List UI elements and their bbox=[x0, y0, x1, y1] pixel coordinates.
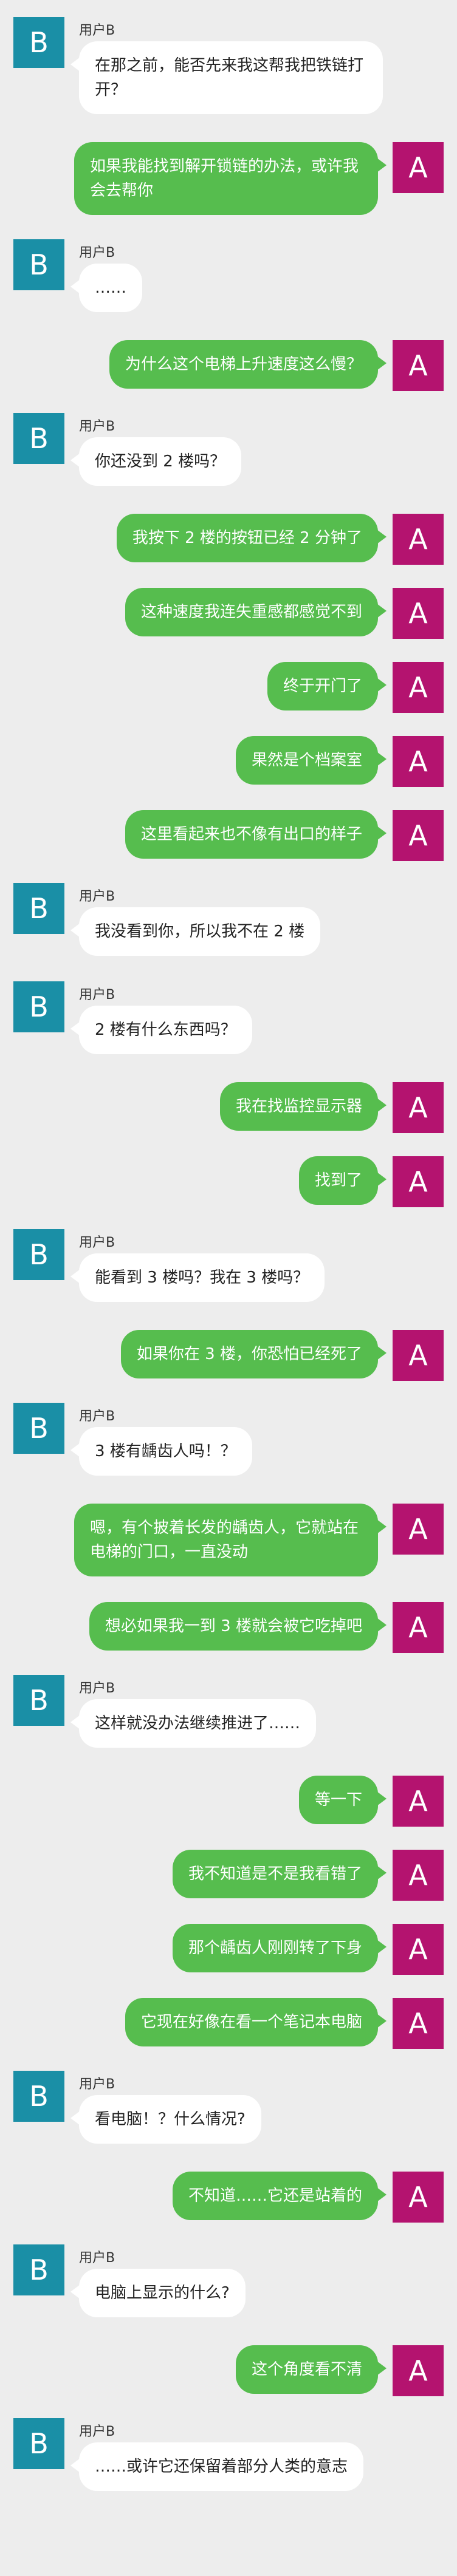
chat-message: B 用户B 我没看到你，所以我不在 2 楼 bbox=[0, 883, 457, 956]
chat-message: A 想必如果我一到 3 楼就会被它吃掉吧 bbox=[0, 1602, 457, 1653]
chat-message: A 如果你在 3 楼，你恐怕已经死了 bbox=[0, 1330, 457, 1381]
message-bubble[interactable]: 我不知道是不是我看错了 bbox=[172, 1850, 387, 1898]
avatar-user-a[interactable]: A bbox=[393, 662, 444, 713]
message-bubble[interactable]: 能看到 3 楼吗？我在 3 楼吗？ bbox=[70, 1253, 325, 1302]
message-bubble[interactable]: 这种速度我连失重感都感觉不到 bbox=[125, 588, 387, 636]
message-bubble[interactable]: 想必如果我一到 3 楼就会被它吃掉吧 bbox=[89, 1602, 387, 1651]
message-bubble[interactable]: 2 楼有什么东西吗？ bbox=[70, 1006, 252, 1054]
message-bubble[interactable]: 这里看起来也不像有出口的样子 bbox=[125, 810, 387, 859]
avatar-user-b[interactable]: B bbox=[13, 239, 64, 290]
chat-message: B 用户B 你还没到 2 楼吗？ bbox=[0, 413, 457, 486]
chat-message: B 用户B …… bbox=[0, 239, 457, 312]
avatar-user-b[interactable]: B bbox=[13, 2071, 64, 2122]
avatar-user-a[interactable]: A bbox=[393, 2172, 444, 2223]
avatar-user-a[interactable]: A bbox=[393, 340, 444, 391]
chat-message: B 用户B ……或许它还保留着部分人类的意志 bbox=[0, 2418, 457, 2491]
chat-message: A 这里看起来也不像有出口的样子 bbox=[0, 810, 457, 861]
avatar-user-a[interactable]: A bbox=[393, 514, 444, 565]
avatar-user-b[interactable]: B bbox=[13, 1403, 64, 1454]
chat-message: A 为什么这个电梯上升速度这么慢？ bbox=[0, 340, 457, 391]
chat-message: A 如果我能找到解开锁链的办法，或许我会去帮你 bbox=[0, 142, 457, 215]
avatar-user-a[interactable]: A bbox=[393, 1156, 444, 1207]
message-bubble[interactable]: 我没看到你，所以我不在 2 楼 bbox=[70, 907, 321, 956]
chat-message: A 这种速度我连失重感都感觉不到 bbox=[0, 588, 457, 639]
avatar-user-b[interactable]: B bbox=[13, 1229, 64, 1280]
sender-name: 用户B bbox=[79, 1409, 115, 1424]
chat-message: A 不知道……它还是站着的 bbox=[0, 2172, 457, 2223]
message-bubble[interactable]: 电脑上显示的什么? bbox=[70, 2269, 246, 2317]
chat-message: A 这个角度看不清 bbox=[0, 2345, 457, 2396]
message-bubble[interactable]: 这样就没办法继续推进了…… bbox=[70, 1699, 317, 1748]
avatar-user-b[interactable]: B bbox=[13, 413, 64, 464]
avatar-user-a[interactable]: A bbox=[393, 1998, 444, 2049]
message-bubble[interactable]: 如果我能找到解开锁链的办法，或许我会去帮你 bbox=[74, 142, 387, 215]
chat-message: B 用户B 看电脑！？什么情况? bbox=[0, 2071, 457, 2144]
sender-name: 用户B bbox=[79, 987, 115, 1003]
message-bubble[interactable]: 为什么这个电梯上升速度这么慢？ bbox=[109, 340, 387, 389]
avatar-user-a[interactable]: A bbox=[393, 2345, 444, 2396]
sender-name: 用户B bbox=[79, 419, 115, 434]
sender-name: 用户B bbox=[79, 1235, 115, 1250]
sender-name: 用户B bbox=[79, 889, 115, 904]
chat-message: A 我在找监控显示器 bbox=[0, 1082, 457, 1133]
message-bubble[interactable]: 看电脑！？什么情况? bbox=[70, 2095, 261, 2144]
sender-name: 用户B bbox=[79, 2251, 115, 2266]
message-bubble[interactable]: 如果你在 3 楼，你恐怕已经死了 bbox=[120, 1330, 387, 1378]
avatar-user-a[interactable]: A bbox=[393, 1504, 444, 1555]
chat-message: B 用户B 这样就没办法继续推进了…… bbox=[0, 1675, 457, 1748]
chat-message: A 终于开门了 bbox=[0, 662, 457, 713]
message-bubble[interactable]: ……或许它还保留着部分人类的意志 bbox=[70, 2442, 364, 2491]
avatar-user-a[interactable]: A bbox=[393, 142, 444, 193]
chat-message: B 用户B 2 楼有什么东西吗？ bbox=[0, 981, 457, 1054]
chat-log: B 用户B 在那之前，能否先来我这帮我把铁链打开？ A 如果我能找到解开锁链的办法，或许… bbox=[0, 0, 457, 2491]
chat-message: A 它现在好像在看一个笔记本电脑 bbox=[0, 1998, 457, 2049]
message-bubble[interactable]: 它现在好像在看一个笔记本电脑 bbox=[125, 1998, 387, 2046]
chat-message: B 用户B 在那之前，能否先来我这帮我把铁链打开？ bbox=[0, 17, 457, 114]
chat-message: A 果然是个档案室 bbox=[0, 736, 457, 787]
message-bubble[interactable]: 我按下 2 楼的按钮已经 2 分钟了 bbox=[116, 514, 387, 562]
avatar-user-a[interactable]: A bbox=[393, 1850, 444, 1901]
chat-message: A 我按下 2 楼的按钮已经 2 分钟了 bbox=[0, 514, 457, 565]
chat-message: A 我不知道是不是我看错了 bbox=[0, 1850, 457, 1901]
chat-message: B 用户B 能看到 3 楼吗？我在 3 楼吗？ bbox=[0, 1229, 457, 1302]
sender-name: 用户B bbox=[79, 2424, 115, 2439]
avatar-user-a[interactable]: A bbox=[393, 1082, 444, 1133]
chat-message: A 找到了 bbox=[0, 1156, 457, 1207]
sender-name: 用户B bbox=[79, 2077, 115, 2092]
avatar-user-a[interactable]: A bbox=[393, 1924, 444, 1975]
avatar-user-a[interactable]: A bbox=[393, 588, 444, 639]
chat-message: A 嗯，有个披着长发的龋齿人，它就站在电梯的门口，一直没动 bbox=[0, 1504, 457, 1576]
message-bubble[interactable]: 不知道……它还是站着的 bbox=[172, 2172, 387, 2220]
message-bubble[interactable]: 等一下 bbox=[298, 1776, 387, 1824]
message-bubble[interactable]: 嗯，有个披着长发的龋齿人，它就站在电梯的门口，一直没动 bbox=[74, 1504, 387, 1576]
message-bubble[interactable]: 果然是个档案室 bbox=[235, 736, 387, 785]
message-bubble[interactable]: 那个龋齿人刚刚转了下身 bbox=[172, 1924, 387, 1972]
message-bubble[interactable]: 终于开门了 bbox=[267, 662, 387, 710]
avatar-user-b[interactable]: B bbox=[13, 2418, 64, 2469]
avatar-user-b[interactable]: B bbox=[13, 981, 64, 1032]
message-bubble[interactable]: 3 楼有龋齿人吗！？ bbox=[70, 1427, 252, 1476]
message-bubble[interactable]: 你还没到 2 楼吗？ bbox=[70, 437, 242, 486]
chat-message: A 等一下 bbox=[0, 1776, 457, 1827]
avatar-user-b[interactable]: B bbox=[13, 883, 64, 934]
sender-name: 用户B bbox=[79, 1681, 115, 1696]
avatar-user-a[interactable]: A bbox=[393, 736, 444, 787]
avatar-user-b[interactable]: B bbox=[13, 1675, 64, 1726]
avatar-user-a[interactable]: A bbox=[393, 1602, 444, 1653]
sender-name: 用户B bbox=[79, 245, 115, 261]
avatar-user-b[interactable]: B bbox=[13, 17, 64, 68]
chat-message: B 用户B 电脑上显示的什么? bbox=[0, 2244, 457, 2317]
avatar-user-a[interactable]: A bbox=[393, 1776, 444, 1827]
message-bubble[interactable]: 在那之前，能否先来我这帮我把铁链打开？ bbox=[70, 41, 383, 114]
message-bubble[interactable]: 这个角度看不清 bbox=[235, 2345, 387, 2394]
message-bubble[interactable]: …… bbox=[70, 264, 142, 312]
avatar-user-a[interactable]: A bbox=[393, 1330, 444, 1381]
avatar-user-a[interactable]: A bbox=[393, 810, 444, 861]
message-bubble[interactable]: 我在找监控显示器 bbox=[219, 1082, 387, 1131]
sender-name: 用户B bbox=[79, 23, 115, 38]
chat-message: B 用户B 3 楼有龋齿人吗！？ bbox=[0, 1403, 457, 1476]
message-bubble[interactable]: 找到了 bbox=[298, 1156, 387, 1205]
avatar-user-b[interactable]: B bbox=[13, 2244, 64, 2295]
chat-message: A 那个龋齿人刚刚转了下身 bbox=[0, 1924, 457, 1975]
